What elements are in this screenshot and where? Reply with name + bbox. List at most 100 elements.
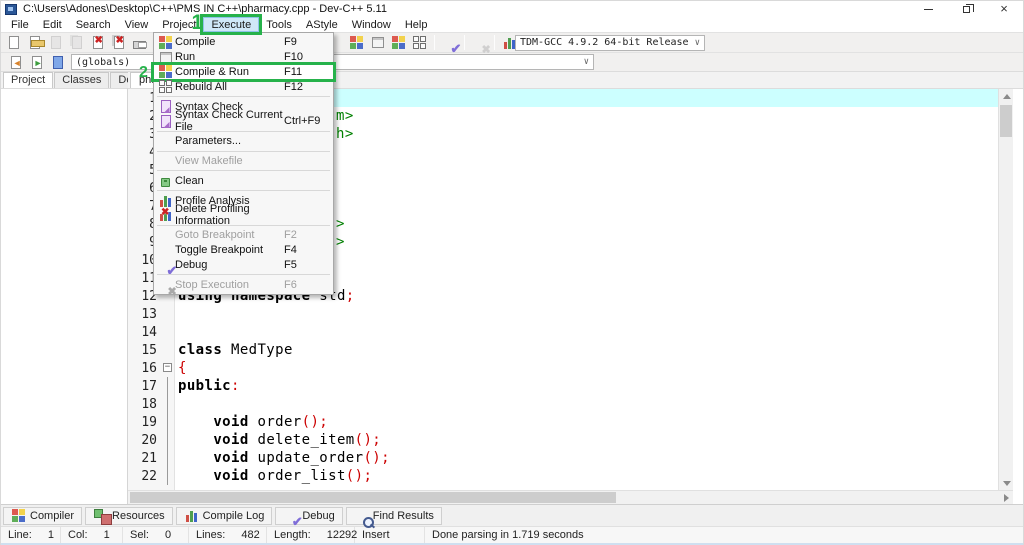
goto-bookmark-button[interactable] <box>48 53 67 71</box>
status-cell-col: Col: 1 <box>61 527 123 543</box>
menu-item-compile-run[interactable]: Compile & Run F11 2 <box>139 61 336 83</box>
compile-run-button[interactable] <box>389 34 408 52</box>
code-token: void <box>213 414 249 430</box>
vertical-scroll-thumb[interactable] <box>1000 105 1012 137</box>
panel-tab-project[interactable]: Project <box>3 72 54 88</box>
scroll-up-button[interactable] <box>999 89 1014 103</box>
run-button[interactable] <box>368 34 387 52</box>
menu-item-syntax-check-current-file[interactable]: Syntax Check Current File Ctrl+F9 <box>154 109 333 133</box>
menu-item-debug[interactable]: Debug F5 <box>154 257 333 279</box>
status-label: Length: <box>274 529 311 541</box>
menu-file[interactable]: File <box>4 17 36 32</box>
run-icon <box>370 36 385 50</box>
horizontal-scrollbar[interactable] <box>128 490 1013 504</box>
menu-bar: File Edit Search View Project Execute 1 Tools AS… <box>1 11 1023 35</box>
menu-search[interactable]: Search <box>69 17 118 32</box>
toolbar-compiler-config: TDM-GCC 4.9.2 64-bit Release ∨ <box>515 33 705 52</box>
menu-item-shortcut: F4 <box>284 243 297 256</box>
menu-item-clean[interactable]: Clean <box>154 173 333 188</box>
restore-icon <box>962 3 974 13</box>
bottom-tab-debug[interactable]: Debug <box>275 506 343 530</box>
bottom-tab-bar: Compiler Resources Compile Log Debug Find Re… <box>1 504 1023 530</box>
menu-item-label: Goto Breakpoint <box>175 229 255 242</box>
restore-button[interactable] <box>947 1 985 17</box>
code-token: : <box>230 378 240 394</box>
gutter-line-19: 19 <box>128 413 174 431</box>
code-token: void <box>213 432 249 448</box>
code-line-21: void update_order(); <box>175 449 998 467</box>
stop-execution-icon <box>472 36 491 56</box>
code-token: ; <box>345 288 355 304</box>
globals-value: (globals) <box>76 56 131 68</box>
devcpp-logo-icon <box>5 3 17 15</box>
print-icon <box>132 36 147 50</box>
menu-project[interactable]: Project <box>155 17 203 32</box>
scroll-right-button[interactable] <box>999 491 1013 504</box>
menu-item-run[interactable]: Run F10 <box>154 50 333 65</box>
menu-tools[interactable]: Tools <box>259 17 299 32</box>
insert-button[interactable] <box>6 53 25 71</box>
menu-execute[interactable]: Execute 1 <box>191 11 263 35</box>
fold-guide-line <box>167 449 168 467</box>
menu-item-toggle-breakpoint[interactable]: Toggle Breakpoint F4 <box>154 243 333 258</box>
debug-check-button[interactable] <box>440 34 462 57</box>
menu-astyle[interactable]: AStyle <box>299 17 345 32</box>
status-cell-insert: Insert <box>355 527 425 543</box>
gutter-line-18: 18 <box>128 395 174 413</box>
new-file-button[interactable] <box>4 34 23 52</box>
menu-item-label: Stop Execution <box>175 278 249 291</box>
menu-window[interactable]: Window <box>345 17 398 32</box>
code-token: order <box>248 414 302 430</box>
fold-marker-icon[interactable]: − <box>163 363 172 372</box>
bottom-tab-resources[interactable]: Resources <box>85 506 173 525</box>
window-controls: × <box>909 1 1023 17</box>
menu-view[interactable]: View <box>118 17 156 32</box>
status-value: 482 <box>241 529 260 541</box>
toolbar-separator <box>464 35 465 50</box>
menu-item-delete-profiling-information[interactable]: Delete Profiling Information <box>154 203 333 227</box>
close-file-button[interactable] <box>88 34 107 52</box>
stop-execution-button <box>470 34 491 56</box>
code-token: h> <box>336 126 354 142</box>
code-line-15: class MedType <box>175 341 998 359</box>
menu-item-parameters[interactable]: Parameters... <box>154 134 333 149</box>
toggle-bookmark-button[interactable] <box>27 53 46 71</box>
compiler-profile-select[interactable]: TDM-GCC 4.9.2 64-bit Release ∨ <box>515 34 705 51</box>
bottom-tab-find-results[interactable]: Find Results <box>345 506 442 528</box>
menu-item-rebuild-all[interactable]: Rebuild All F12 <box>154 79 333 94</box>
menu-item-label: Debug <box>175 258 208 271</box>
menu-item-compile[interactable]: Compile F9 <box>154 35 333 50</box>
menu-item-label: Clean <box>175 174 204 187</box>
class-browser-group: (globals) <box>71 53 160 71</box>
save-icon <box>48 36 63 50</box>
horizontal-scroll-thumb[interactable] <box>130 492 616 503</box>
save-all-button <box>67 34 86 52</box>
scroll-down-button[interactable] <box>999 476 1014 490</box>
bottom-tab-compile-log[interactable]: Compile Log <box>175 506 273 525</box>
execute-menu-dropdown: Compile F9 Run F10 Compile & Run F11 2 Rebuild … <box>139 32 336 298</box>
panel-tab-classes[interactable]: Classes <box>54 72 110 88</box>
status-label: Lines: <box>196 529 226 541</box>
bottom-tab-compiler[interactable]: Compiler <box>3 506 83 525</box>
triangle-right-icon <box>1003 493 1009 502</box>
menu-item-shortcut: F11 <box>284 65 303 78</box>
find-results-tab-icon <box>354 509 375 528</box>
menu-edit[interactable]: Edit <box>36 17 69 32</box>
rebuild-all-button[interactable] <box>410 34 429 52</box>
compile-button[interactable] <box>347 34 366 52</box>
gutter-line-17: 17 <box>128 377 174 395</box>
menu-item-icon-slot <box>156 65 175 79</box>
window-title: C:\Users\Adones\Desktop\C++\PMS IN C++\p… <box>23 3 387 15</box>
open-file-button[interactable] <box>25 34 45 52</box>
status-value: 12292 <box>326 529 358 541</box>
print-button[interactable] <box>130 34 149 52</box>
menu-help[interactable]: Help <box>398 17 435 32</box>
close-all-button[interactable] <box>109 34 128 52</box>
gutter-line-15: 15 <box>128 341 174 359</box>
vertical-scrollbar[interactable] <box>998 89 1013 490</box>
code-line-22: void order_list(); <box>175 467 998 485</box>
minimize-button[interactable] <box>909 1 947 17</box>
close-button[interactable]: × <box>985 1 1023 17</box>
globals-select[interactable]: (globals) <box>71 54 160 70</box>
